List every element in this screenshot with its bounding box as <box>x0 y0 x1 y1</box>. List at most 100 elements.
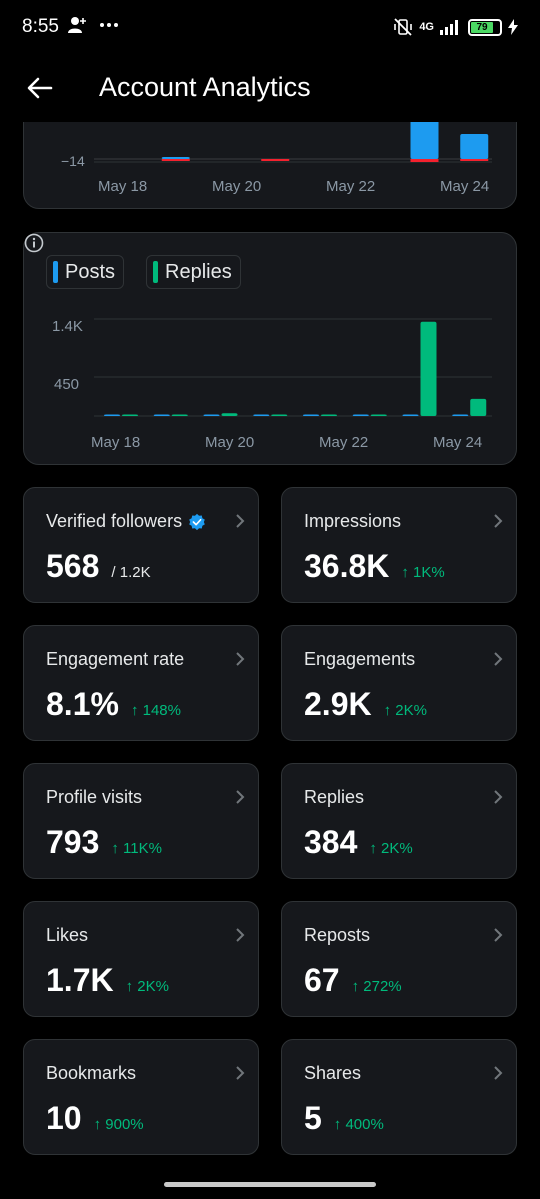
stat-label: Profile visits <box>46 787 142 808</box>
arrow-left-icon <box>27 77 53 99</box>
legend-posts[interactable]: Posts <box>46 255 125 289</box>
top-bar-negative-may-18 <box>161 159 190 161</box>
stat-value: 36.8K <box>304 548 390 584</box>
network-type-label: 4G <box>419 21 434 33</box>
stat-card-profile-visits[interactable]: Profile visits 793 ↑ 11K% <box>23 763 259 879</box>
stat-change: ↑ 1K% <box>401 564 445 581</box>
stat-value: 793 <box>46 824 100 860</box>
stat-card-replies[interactable]: Replies 384 ↑ 2K% <box>281 763 517 879</box>
top-chart-x-tick: May 24 <box>440 178 489 195</box>
home-indicator[interactable] <box>164 1182 376 1187</box>
top-bar-negative-may-24 <box>460 159 489 161</box>
stat-value-row: 8.1% ↑ 148% <box>46 686 181 723</box>
status-right: 4G 79 <box>393 16 518 38</box>
bar-replies-may-24 <box>470 398 487 416</box>
bar-replies-may-21 <box>321 414 337 416</box>
bar-posts-may-21 <box>303 414 319 416</box>
status-time: 8:55 <box>22 16 59 37</box>
person-add-icon <box>68 17 86 34</box>
stat-label: Likes <box>46 925 88 946</box>
bar-posts-may-24 <box>452 414 469 416</box>
stat-label: Replies <box>304 787 364 808</box>
posts-chart-x-tick: May 24 <box>433 434 482 451</box>
status-bar: 8:55 4G 79 <box>0 0 540 56</box>
top-chart-x-tick: May 18 <box>98 178 147 195</box>
stat-card-engagements[interactable]: Engagements 2.9K ↑ 2K% <box>281 625 517 741</box>
chevron-right-icon <box>494 652 503 666</box>
signal-icon <box>440 20 458 35</box>
stat-card-impressions[interactable]: Impressions 36.8K ↑ 1K% <box>281 487 517 603</box>
bar-replies-may-23 <box>420 321 437 416</box>
top-chart-x-tick: May 22 <box>326 178 375 195</box>
stat-change: ↑ 400% <box>333 1116 384 1133</box>
stat-value-row: 568 / 1.2K <box>46 548 151 585</box>
legend-label-replies: Replies <box>165 260 232 283</box>
stat-label: Bookmarks <box>46 1063 136 1084</box>
stat-label-text: Likes <box>46 925 89 945</box>
stat-value: 1.7K <box>46 962 114 998</box>
chevron-right-icon <box>236 1066 245 1080</box>
stat-label: Engagements <box>304 649 415 670</box>
stat-label-text: Profile visits <box>46 787 143 807</box>
stat-change: ↑ 272% <box>351 978 402 995</box>
chevron-right-icon <box>236 652 245 666</box>
stat-change: ↑ 148% <box>130 702 181 719</box>
stat-label-text: Replies <box>304 787 365 807</box>
stat-card-shares[interactable]: Shares 5 ↑ 400% <box>281 1039 517 1155</box>
stat-card-verified-followers[interactable]: Verified followers 568 / 1.2K <box>23 487 259 603</box>
more-dots-icon <box>100 23 119 28</box>
battery-icon: 79 <box>468 18 502 36</box>
back-button[interactable] <box>22 70 58 106</box>
verified-badge-icon <box>189 513 205 530</box>
stat-change: ↑ 2K% <box>383 702 427 719</box>
stat-label-text: Shares <box>304 1063 362 1083</box>
stat-card-reposts[interactable]: Reposts 67 ↑ 272% <box>281 901 517 1017</box>
legend-replies[interactable]: Replies <box>146 255 241 289</box>
chevron-right-icon <box>236 514 245 528</box>
battery-level: 79 <box>471 21 494 33</box>
stat-value: 2.9K <box>304 686 372 722</box>
stat-change: ↑ 2K% <box>125 978 169 995</box>
stat-change: ↑ 2K% <box>369 840 413 857</box>
bar-replies-may-19 <box>221 413 238 416</box>
bar-posts-may-23 <box>402 414 419 416</box>
top-chart-x-tick: May 20 <box>212 178 261 195</box>
posts-chart-x-tick: May 18 <box>91 434 140 451</box>
bar-posts-may-22 <box>352 414 369 416</box>
stat-value-row: 67 ↑ 272% <box>304 962 402 999</box>
stat-label: Reposts <box>304 925 370 946</box>
stat-value: 5 <box>304 1100 322 1136</box>
chevron-right-icon <box>494 514 503 528</box>
stat-value-row: 1.7K ↑ 2K% <box>46 962 169 999</box>
bar-posts-may-18 <box>153 414 170 416</box>
stat-value-row: 10 ↑ 900% <box>46 1100 144 1137</box>
stat-label: Impressions <box>304 511 401 532</box>
stat-label-text: Engagements <box>304 649 416 669</box>
top-chart-y-tick: −14 <box>61 153 85 169</box>
stat-value-row: 36.8K ↑ 1K% <box>304 548 445 585</box>
stat-label-text: Engagement rate <box>46 649 185 669</box>
charging-icon <box>508 19 518 35</box>
analytics-content[interactable]: −14 May 18 May 20 May 22 May 24 1.4K 450 Ma… <box>0 122 540 1199</box>
stat-value-row: 2.9K ↑ 2K% <box>304 686 427 723</box>
stat-card-engagement-rate[interactable]: Engagement rate 8.1% ↑ 148% <box>23 625 259 741</box>
legend-swatch-posts <box>53 261 58 283</box>
stat-label-text: Reposts <box>304 925 371 945</box>
top-chart-svg: −14 May 18 May 20 May 22 May 24 <box>61 122 492 195</box>
legend-swatch-replies <box>153 261 159 283</box>
chart-legend: Posts Replies <box>46 255 241 289</box>
stat-value-row: 793 ↑ 11K% <box>46 824 162 861</box>
stat-value: 384 <box>304 824 358 860</box>
stat-change: ↑ 11K% <box>111 840 162 857</box>
stat-card-bookmarks[interactable]: Bookmarks 10 ↑ 900% <box>23 1039 259 1155</box>
stat-label: Shares <box>304 1063 361 1084</box>
stat-card-likes[interactable]: Likes 1.7K ↑ 2K% <box>23 901 259 1017</box>
bar-replies-may-18 <box>171 414 188 416</box>
legend-label-posts: Posts <box>65 260 116 283</box>
stat-value-row: 5 ↑ 400% <box>304 1100 384 1137</box>
chevron-right-icon <box>494 928 503 942</box>
info-icon[interactable] <box>24 233 44 253</box>
bar-posts-may-17 <box>104 414 120 416</box>
app-header: Account Analytics <box>0 56 540 122</box>
bar-replies-may-22 <box>370 414 387 416</box>
